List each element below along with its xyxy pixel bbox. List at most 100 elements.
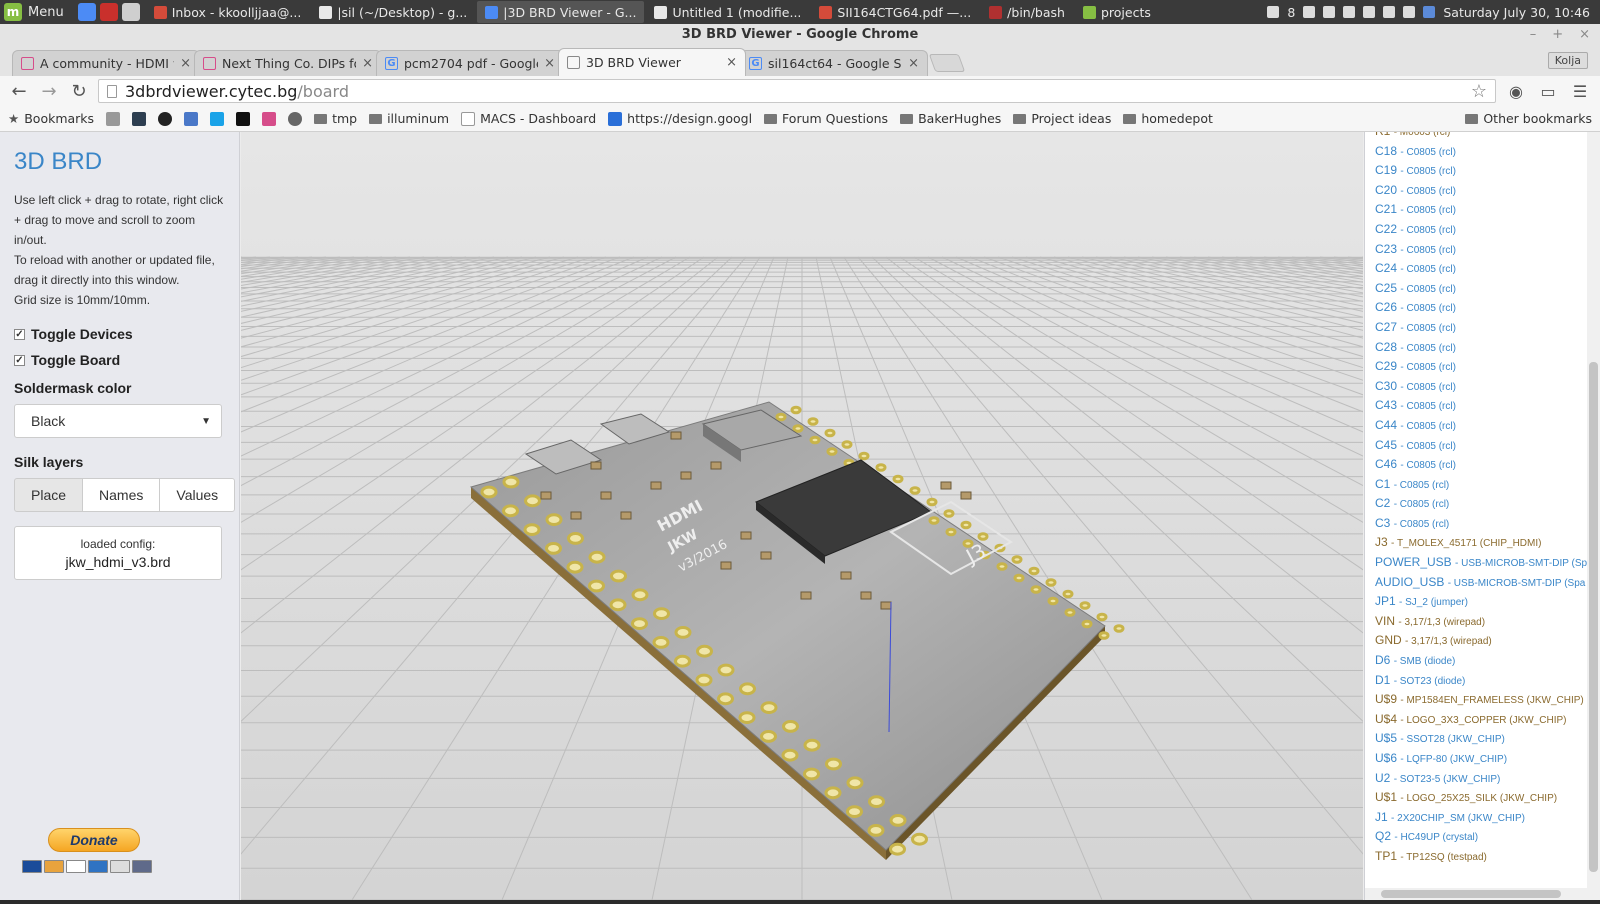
taskbar-task[interactable]: /bin/bash bbox=[981, 1, 1073, 23]
bookmark-folder[interactable]: BakerHughes bbox=[900, 111, 1001, 126]
board-render[interactable]: HDMI JKW v3/2016 J3 bbox=[0, 132, 1600, 901]
part-list-item[interactable]: U$1 - LOGO_25X25_SILK (JKW_CHIP) bbox=[1375, 788, 1600, 808]
part-list-item[interactable]: C30 - C0805 (rcl) bbox=[1375, 377, 1600, 397]
silk-values-button[interactable]: Values bbox=[159, 478, 236, 512]
bookmark-design[interactable]: https://design.googl bbox=[608, 111, 752, 126]
other-bookmarks[interactable]: Other bookmarks bbox=[1465, 111, 1592, 126]
part-list-item[interactable]: U$6 - LQFP-80 (JKW_CHIP) bbox=[1375, 749, 1600, 769]
github-icon[interactable] bbox=[158, 111, 173, 126]
bookmark-favicon-icon[interactable] bbox=[106, 111, 121, 126]
terminal-icon[interactable] bbox=[236, 111, 251, 126]
browser-tab[interactable]: A community - HDMI wit × bbox=[12, 50, 200, 76]
wifi-icon[interactable] bbox=[1383, 6, 1396, 18]
chrome-launcher-icon[interactable] bbox=[77, 3, 96, 21]
part-list-item[interactable]: R1 - M0603 (rcl) bbox=[1375, 132, 1600, 142]
part-list-item[interactable]: C3 - C0805 (rcl) bbox=[1375, 514, 1600, 534]
part-list-item[interactable]: C18 - C0805 (rcl) bbox=[1375, 142, 1600, 162]
close-window-icon[interactable]: × bbox=[1579, 24, 1590, 46]
hackaday-icon[interactable] bbox=[262, 111, 277, 126]
scrollbar-thumb[interactable] bbox=[1381, 890, 1561, 898]
bookmark-folder[interactable]: homedepot bbox=[1123, 111, 1213, 126]
part-list-item[interactable]: U$4 - LOGO_3X3_COPPER (JKW_CHIP) bbox=[1375, 710, 1600, 730]
reload-icon[interactable]: ↻ bbox=[68, 81, 90, 102]
app-launcher-icon[interactable] bbox=[99, 3, 118, 21]
toggle-board-checkbox[interactable]: ✓ bbox=[14, 354, 25, 366]
part-list-item[interactable]: U2 - SOT23-5 (JKW_CHIP) bbox=[1375, 769, 1600, 789]
taskbar-task[interactable]: Untitled 1 (modifie... bbox=[646, 1, 809, 23]
close-tab-icon[interactable]: × bbox=[726, 55, 737, 70]
files-launcher-icon[interactable] bbox=[121, 3, 140, 21]
silk-place-button[interactable]: Place bbox=[14, 478, 84, 512]
browser-tab[interactable]: Gpcm2704 pdf - Google S × bbox=[376, 50, 564, 76]
new-tab-button[interactable] bbox=[928, 54, 966, 72]
part-list-item[interactable]: C46 - C0805 (rcl) bbox=[1375, 455, 1600, 475]
soldermask-select[interactable]: Black ▼ bbox=[14, 404, 222, 438]
donate-button[interactable]: Donate bbox=[48, 828, 140, 852]
part-list-item[interactable]: J3 - T_MOLEX_45171 (CHIP_HDMI) bbox=[1375, 533, 1600, 553]
close-tab-icon[interactable]: × bbox=[544, 56, 555, 71]
part-list-item[interactable]: C23 - C0805 (rcl) bbox=[1375, 240, 1600, 260]
3d-viewport[interactable]: HDMI JKW v3/2016 J3 bbox=[0, 132, 1600, 901]
part-list-item[interactable]: POWER_USB - USB-MICROB-SMT-DIP (Sp bbox=[1375, 553, 1600, 573]
silk-names-button[interactable]: Names bbox=[82, 478, 161, 512]
part-list-item[interactable]: D6 - SMB (diode) bbox=[1375, 651, 1600, 671]
asterisk-icon[interactable] bbox=[210, 111, 225, 126]
keyboard-icon[interactable] bbox=[1303, 6, 1316, 18]
part-list-item[interactable]: C25 - C0805 (rcl) bbox=[1375, 279, 1600, 299]
bookmark-folder[interactable]: tmp bbox=[314, 111, 357, 126]
part-list-item[interactable]: JP1 - SJ_2 (jumper) bbox=[1375, 592, 1600, 612]
part-list-item[interactable]: AUDIO_USB - USB-MICROB-SMT-DIP (Spa bbox=[1375, 573, 1600, 593]
parts-horizontal-scrollbar[interactable] bbox=[1365, 888, 1600, 900]
part-list-item[interactable]: C24 - C0805 (rcl) bbox=[1375, 259, 1600, 279]
part-list-item[interactable]: C22 - C0805 (rcl) bbox=[1375, 220, 1600, 240]
part-list-item[interactable]: J1 - 2X20CHIP_SM (JKW_CHIP) bbox=[1375, 808, 1600, 828]
mail-icon[interactable] bbox=[184, 111, 199, 126]
address-bar[interactable]: 3dbrdviewer.cytec.bg/board ☆ bbox=[98, 79, 1496, 103]
part-list-item[interactable]: C21 - C0805 (rcl) bbox=[1375, 200, 1600, 220]
browser-tab[interactable]: 3D BRD Viewer × bbox=[558, 48, 746, 76]
close-tab-icon[interactable]: × bbox=[362, 56, 373, 71]
part-list-item[interactable]: C27 - C0805 (rcl) bbox=[1375, 318, 1600, 338]
forward-arrow-icon[interactable]: → bbox=[38, 81, 60, 102]
part-list-item[interactable]: C44 - C0805 (rcl) bbox=[1375, 416, 1600, 436]
close-tab-icon[interactable]: × bbox=[908, 56, 919, 71]
minimize-icon[interactable]: – bbox=[1530, 24, 1537, 46]
chrome-menu-icon[interactable]: ☰ bbox=[1568, 82, 1592, 101]
clipboard-icon[interactable] bbox=[1343, 6, 1356, 18]
incognito-extension-icon[interactable]: ◉ bbox=[1504, 82, 1528, 101]
browser-tab[interactable]: Next Thing Co. DIPs for t × bbox=[194, 50, 382, 76]
taskbar-task[interactable]: projects bbox=[1075, 1, 1159, 23]
bookmarks-button[interactable]: ★ Bookmarks bbox=[8, 111, 94, 126]
bookmark-cloud-icon[interactable] bbox=[132, 111, 147, 126]
part-list-item[interactable]: C20 - C0805 (rcl) bbox=[1375, 181, 1600, 201]
part-list-item[interactable]: GND - 3,17/1,3 (wirepad) bbox=[1375, 631, 1600, 651]
parts-vertical-scrollbar[interactable] bbox=[1587, 132, 1600, 900]
part-list-item[interactable]: C1 - C0805 (rcl) bbox=[1375, 475, 1600, 495]
update-icon[interactable] bbox=[1267, 6, 1280, 18]
taskbar-task[interactable]: |sil (~/Desktop) - g... bbox=[311, 1, 475, 23]
user-icon[interactable] bbox=[1323, 6, 1336, 18]
bookmark-folder[interactable]: Project ideas bbox=[1013, 111, 1111, 126]
battery-icon[interactable] bbox=[1403, 6, 1416, 18]
scrollbar-thumb[interactable] bbox=[1589, 362, 1598, 872]
part-list-item[interactable]: C26 - C0805 (rcl) bbox=[1375, 298, 1600, 318]
taskbar-task[interactable]: SII164CTG64.pdf —... bbox=[811, 1, 979, 23]
back-arrow-icon[interactable]: ← bbox=[8, 81, 30, 102]
taskbar-task[interactable]: Inbox - kkoolljjaa@... bbox=[146, 1, 310, 23]
bookmark-star-icon[interactable]: ☆ bbox=[1471, 81, 1487, 102]
part-list-item[interactable]: U$9 - MP1584EN_FRAMELESS (JKW_CHIP) bbox=[1375, 690, 1600, 710]
part-list-item[interactable]: TP1 - TP12SQ (testpad) bbox=[1375, 847, 1600, 867]
clock[interactable]: Saturday July 30, 10:46 bbox=[1443, 5, 1590, 20]
bookmark-folder[interactable]: Forum Questions bbox=[764, 111, 888, 126]
part-list-item[interactable]: C29 - C0805 (rcl) bbox=[1375, 357, 1600, 377]
browser-tab[interactable]: Gsil164ct64 - Google Sear × bbox=[740, 50, 928, 76]
part-list-item[interactable]: C19 - C0805 (rcl) bbox=[1375, 161, 1600, 181]
part-list-item[interactable]: C43 - C0805 (rcl) bbox=[1375, 396, 1600, 416]
part-list-item[interactable]: C28 - C0805 (rcl) bbox=[1375, 338, 1600, 358]
page-info-icon[interactable] bbox=[107, 84, 117, 98]
bookmark-folder[interactable]: illuminum bbox=[369, 111, 449, 126]
cast-icon[interactable]: ▭ bbox=[1536, 82, 1560, 101]
bookmark-macs[interactable]: MACS - Dashboard bbox=[461, 111, 596, 126]
part-list-item[interactable]: U$5 - SSOT28 (JKW_CHIP) bbox=[1375, 729, 1600, 749]
gauge-icon[interactable] bbox=[288, 111, 303, 126]
